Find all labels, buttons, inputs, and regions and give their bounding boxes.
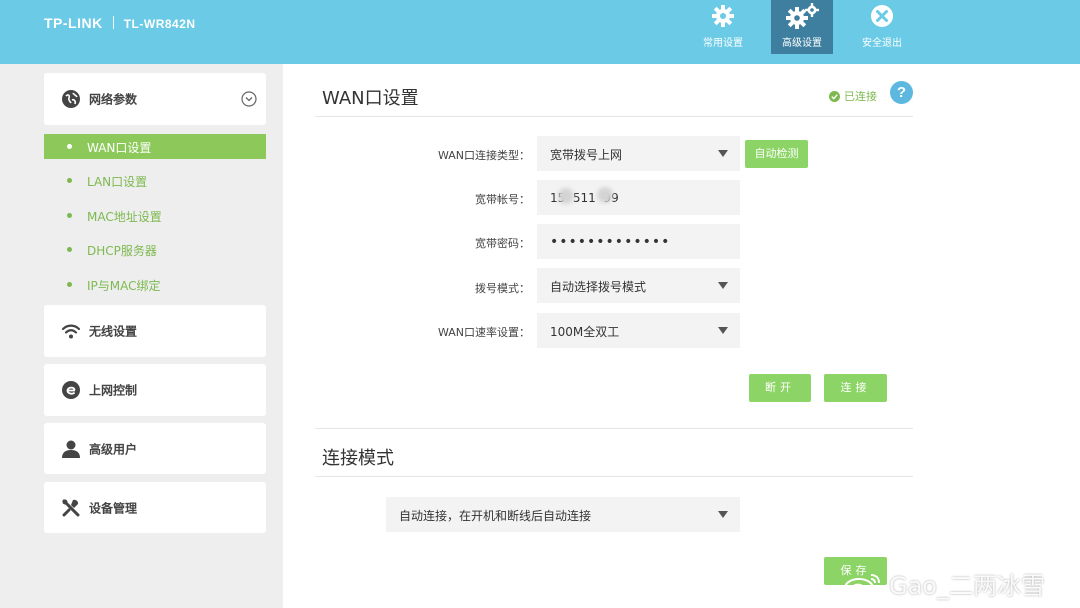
brand-name: TP-LINK (44, 15, 103, 31)
nav-logout[interactable]: 安全退出 (851, 0, 913, 54)
conn-type-select[interactable]: 宽带拨号上网 (537, 136, 740, 171)
account-field[interactable] (537, 180, 740, 215)
sidebar-item-label: IP与MAC绑定 (87, 279, 161, 293)
chevron-down-icon (718, 150, 728, 157)
auto-detect-button[interactable]: 自动检测 (745, 140, 808, 168)
nav-common-label: 常用设置 (703, 38, 743, 49)
sidebar-section-wireless-label: 无线设置 (89, 324, 138, 339)
watermark-text: Gao_二两冰雪 (889, 572, 1045, 600)
bullet-dot (67, 282, 72, 287)
page-title: WAN口设置 (322, 88, 419, 109)
close-circle-icon (851, 3, 913, 29)
sidebar-item-label: LAN口设置 (87, 175, 148, 189)
sidebar-section-access-control[interactable]: 上网控制 (44, 364, 266, 416)
redaction-blur (558, 188, 574, 204)
user-icon (61, 439, 81, 459)
wan-speed-label: WAN口速率设置： (437, 326, 530, 339)
brand-logo: TP-LINK TL-WR842N (44, 15, 196, 31)
globe-icon (61, 89, 81, 109)
sidebar-item-lan[interactable]: LAN口设置 (44, 168, 266, 193)
sidebar: 网络参数 WAN口设置 LAN口设置 MAC地址设置 DHCP服务器 IP与MA… (0, 64, 283, 608)
connection-status-text: 已连接 (844, 90, 877, 103)
divider (315, 428, 913, 429)
sidebar-item-label: DHCP服务器 (87, 244, 157, 258)
dial-mode-select[interactable]: 自动选择拨号模式 (537, 268, 740, 303)
bullet-dot (67, 213, 72, 218)
gear-icon (692, 3, 754, 29)
sidebar-section-users-label: 高级用户 (89, 442, 138, 456)
sidebar-item-ip-mac-binding[interactable]: IP与MAC绑定 (44, 272, 266, 297)
sidebar-item-wan[interactable]: WAN口设置 (44, 134, 266, 159)
weibo-icon (844, 573, 880, 598)
sidebar-item-label: MAC地址设置 (87, 210, 162, 224)
sidebar-item-label: WAN口设置 (87, 141, 152, 155)
top-header: TP-LINK TL-WR842N 常用设置 高级设置 安全退出 (0, 0, 1080, 64)
chevron-down-icon (718, 327, 728, 334)
sidebar-section-network[interactable]: 网络参数 (44, 73, 266, 125)
sidebar-section-advanced-users[interactable]: 高级用户 (44, 423, 266, 474)
password-input[interactable] (537, 224, 740, 259)
nav-advanced-label: 高级设置 (782, 38, 822, 49)
connection-status: 已连接 (829, 88, 877, 104)
connection-mode-title: 连接模式 (322, 448, 394, 469)
wifi-icon (61, 321, 81, 341)
chevron-down-icon (718, 282, 728, 289)
sidebar-section-access-label: 上网控制 (89, 383, 138, 398)
dial-mode-value: 自动选择拨号模式 (550, 280, 647, 294)
connect-button[interactable]: 连接 (824, 374, 887, 402)
divider (315, 476, 913, 477)
sidebar-section-wireless[interactable]: 无线设置 (44, 305, 266, 357)
password-label: 宽带密码： (475, 237, 530, 250)
sidebar-section-device-management[interactable]: 设备管理 (44, 482, 266, 533)
wan-speed-value: 100M全双工 (550, 325, 620, 339)
sidebar-item-mac[interactable]: MAC地址设置 (44, 203, 266, 228)
bullet-dot (67, 144, 72, 149)
bullet-dot (67, 178, 72, 183)
conn-type-label: WAN口连接类型： (437, 149, 530, 162)
gears-icon (771, 3, 833, 29)
weibo-watermark: Gao_二两冰雪 (843, 566, 1045, 601)
router-model: TL-WR842N (123, 17, 196, 31)
nav-common-settings[interactable]: 常用设置 (692, 0, 754, 54)
internet-e-icon (61, 380, 81, 400)
disconnect-button[interactable]: 断开 (749, 374, 811, 402)
chevron-down-icon[interactable] (241, 91, 257, 107)
bullet-dot (67, 247, 72, 252)
help-button[interactable]: ? (890, 81, 913, 104)
chevron-down-icon (718, 511, 728, 518)
sidebar-item-dhcp[interactable]: DHCP服务器 (44, 237, 266, 262)
password-field[interactable] (537, 224, 740, 259)
dial-mode-label: 拨号模式： (475, 282, 530, 295)
divider (315, 116, 913, 117)
logo-separator (112, 16, 114, 29)
redaction-blur (597, 187, 613, 203)
sidebar-section-network-label: 网络参数 (89, 92, 138, 107)
account-label: 宽带帐号： (475, 193, 530, 206)
nav-logout-label: 安全退出 (862, 38, 902, 49)
nav-advanced-settings[interactable]: 高级设置 (771, 0, 833, 54)
wan-speed-select[interactable]: 100M全双工 (537, 313, 740, 348)
connection-mode-select[interactable]: 自动连接，在开机和断线后自动连接 (386, 497, 740, 532)
sidebar-section-device-label: 设备管理 (89, 501, 138, 515)
tools-icon (61, 498, 81, 518)
check-circle-icon (829, 90, 840, 102)
connection-mode-value: 自动连接，在开机和断线后自动连接 (399, 509, 592, 523)
conn-type-value: 宽带拨号上网 (550, 148, 623, 162)
